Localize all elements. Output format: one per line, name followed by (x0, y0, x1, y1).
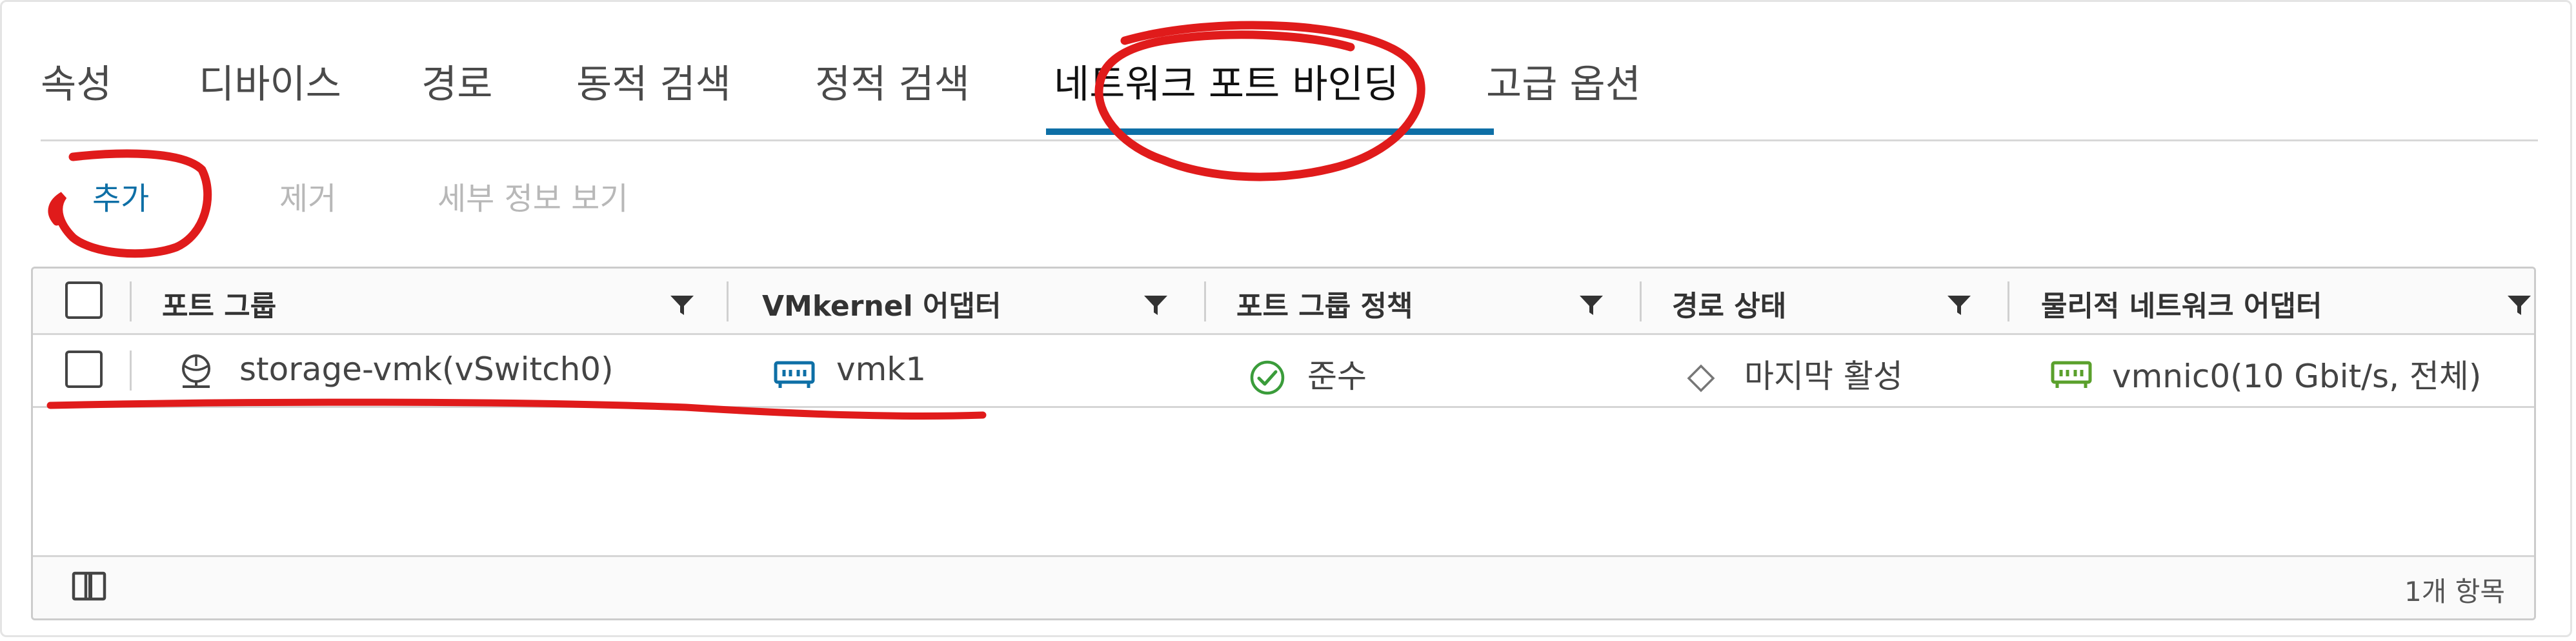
item-count: 1개 항목 (2404, 576, 2505, 607)
column-header-vmkernel-adapter: VMkernel 어댑터 (762, 290, 1001, 323)
remove-button[interactable]: 제거 (279, 179, 438, 218)
add-button[interactable]: 추가 (92, 179, 279, 218)
filter-icon[interactable] (1578, 293, 1604, 318)
tab-network-port-binding[interactable]: 네트워크 포트 바인딩 (1046, 59, 1494, 135)
diamond-status-icon (1687, 364, 1715, 392)
column-header-path-status: 경로 상태 (1672, 290, 1787, 323)
grid-header: 포트 그룹 VMkernel 어댑터 포트 그룹 정책 경로 상태 물리적 네트… (33, 269, 2534, 335)
action-toolbar: 추가 제거 세부 정보 보기 (92, 179, 628, 218)
physical-nic-icon (2051, 361, 2092, 388)
view-details-button[interactable]: 세부 정보 보기 (438, 179, 628, 218)
check-circle-icon (1250, 360, 1285, 395)
path-status-value: 마지막 활성 (1744, 358, 1903, 395)
port-group-value[interactable]: storage-vmk(vSwitch0) (239, 351, 614, 388)
filter-icon[interactable] (1946, 293, 1972, 318)
row-select-checkbox[interactable] (65, 351, 103, 388)
filter-icon[interactable] (669, 293, 695, 318)
column-port-group: 포트 그룹 (130, 269, 727, 333)
tab-paths[interactable]: 경로 (421, 59, 576, 133)
column-divider (130, 351, 132, 391)
vmkernel-adapter-icon (774, 361, 815, 388)
tab-static-discovery[interactable]: 정적 검색 (815, 59, 1054, 133)
column-toggle-icon[interactable] (72, 571, 106, 601)
filter-icon[interactable] (1143, 293, 1169, 318)
column-header-port-group: 포트 그룹 (162, 290, 277, 323)
filter-icon[interactable] (2506, 293, 2532, 318)
tab-advanced-options[interactable]: 고급 옵션 (1486, 59, 1680, 133)
tab-dynamic-discovery[interactable]: 동적 검색 (576, 59, 815, 133)
tab-devices[interactable]: 디바이스 (199, 59, 421, 133)
select-all-checkbox[interactable] (65, 281, 103, 319)
column-header-port-group-policy: 포트 그룹 정책 (1236, 290, 1413, 323)
column-path-status: 경로 상태 (1640, 269, 2007, 333)
vmkernel-adapter-value[interactable]: vmk1 (836, 351, 926, 388)
physical-adapter-value[interactable]: vmnic0(10 Gbit/s, 전체) (2112, 351, 2481, 397)
grid-footer: 1개 항목 (33, 555, 2534, 618)
column-vmkernel-adapter: VMkernel 어댑터 (727, 269, 1204, 333)
tab-bar: 속성 디바이스 경로 동적 검색 정적 검색 네트워크 포트 바인딩 고급 옵션 (41, 59, 2538, 141)
window-frame: 속성 디바이스 경로 동적 검색 정적 검색 네트워크 포트 바인딩 고급 옵션… (0, 0, 2572, 637)
column-header-physical-adapter: 물리적 네트워크 어댑터 (2041, 290, 2322, 323)
column-port-group-policy: 포트 그룹 정책 (1204, 269, 1640, 333)
table-row[interactable]: storage-vmk(vSwitch0) vmk1 준수 마지막 활성 vmn… (33, 335, 2534, 408)
port-binding-grid: 포트 그룹 VMkernel 어댑터 포트 그룹 정책 경로 상태 물리적 네트… (31, 267, 2536, 620)
tab-properties[interactable]: 속성 (41, 59, 199, 133)
port-group-policy-value: 준수 (1307, 358, 1367, 395)
port-group-icon (182, 354, 210, 388)
column-physical-adapter: 물리적 네트워크 어댑터 (2007, 269, 2534, 333)
